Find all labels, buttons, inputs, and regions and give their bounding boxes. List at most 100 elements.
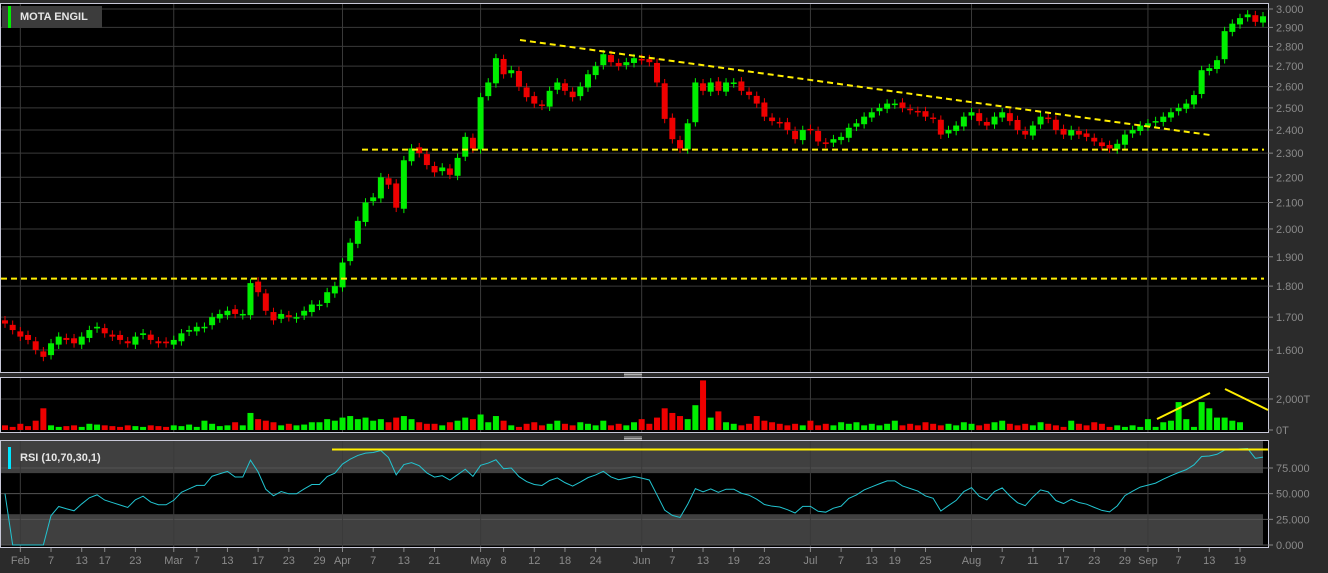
candle-body <box>400 160 407 209</box>
candle-body <box>140 333 147 335</box>
candle-body <box>960 116 967 127</box>
volume-bar <box>255 419 262 430</box>
volume-bar <box>17 423 24 430</box>
candle-body <box>1229 23 1236 32</box>
x-tick-label: 7 <box>1176 555 1182 567</box>
volume-bar <box>945 423 952 430</box>
candle-body <box>1206 68 1213 72</box>
x-tick-label: 17 <box>252 555 264 567</box>
rsi-oversold-zone <box>1 514 1263 545</box>
volume-bar <box>830 425 837 430</box>
candle-body <box>454 157 461 176</box>
candle-body <box>945 130 952 134</box>
volume-bar <box>354 419 361 430</box>
volume-bar <box>845 423 852 430</box>
volume-bar <box>469 419 476 430</box>
x-tick-label: 23 <box>1088 555 1100 567</box>
candle-body <box>607 55 614 63</box>
x-tick-label: 21 <box>428 555 440 567</box>
volume-bar <box>408 419 415 430</box>
volume-bar <box>1114 425 1121 430</box>
volume-bar <box>147 425 154 430</box>
volume-bar <box>239 425 246 430</box>
candle-body <box>700 83 707 91</box>
volume-bar <box>71 425 78 430</box>
volume-bar <box>308 422 315 430</box>
candle-body <box>485 82 492 97</box>
symbol-legend[interactable]: MOTA ENGIL <box>2 6 102 28</box>
candle-body <box>339 262 346 288</box>
candle-body <box>1106 144 1113 149</box>
volume-bar <box>738 425 745 430</box>
volume-bar <box>700 380 707 430</box>
volume-bar <box>216 426 223 430</box>
candle-body <box>1167 112 1174 118</box>
volume-bar <box>707 417 714 430</box>
volume-bar <box>776 423 783 430</box>
candle-body <box>278 313 285 319</box>
rsi-legend[interactable]: RSI (10,70,30,1) <box>2 447 110 469</box>
candle-body <box>86 330 93 338</box>
x-tick-label: 24 <box>590 555 602 567</box>
volume-bar <box>753 416 760 430</box>
rsi-tick-label: 50.000 <box>1276 489 1310 501</box>
candle-body <box>669 117 676 140</box>
volume-bar <box>654 417 661 430</box>
volume-bar <box>930 423 937 430</box>
candle-body <box>354 220 361 244</box>
candle-body <box>362 202 369 222</box>
price-tick-label: 2.500 <box>1276 103 1304 115</box>
volume-bar <box>884 423 891 430</box>
volume-bar <box>193 426 200 430</box>
candle-body <box>316 304 323 307</box>
volume-bar <box>2 425 8 430</box>
price-tick-label: 2.300 <box>1276 148 1304 160</box>
candle-body <box>1014 119 1021 131</box>
candle-body <box>1252 15 1259 22</box>
candle-body <box>515 71 522 87</box>
price-tick-label: 2.900 <box>1276 22 1304 34</box>
x-tick-label: 19 <box>889 555 901 567</box>
volume-bar <box>523 423 530 430</box>
volume-bar <box>584 423 591 430</box>
volume-bar <box>1098 423 1105 430</box>
volume-bar <box>439 425 446 430</box>
candle-body <box>1045 117 1052 120</box>
candle-body <box>937 119 944 135</box>
volume-bar <box>201 420 208 430</box>
volume-bar <box>1045 423 1052 430</box>
candle-body <box>1137 125 1144 131</box>
volume-bar <box>48 425 55 430</box>
candle-body <box>1160 116 1167 122</box>
volume-bar <box>907 423 914 430</box>
volume-bar <box>968 423 975 430</box>
volume-bar <box>891 420 898 430</box>
candle-body <box>845 127 852 138</box>
candle-body <box>983 121 990 126</box>
candle-body <box>331 286 338 294</box>
volume-bar <box>646 423 653 430</box>
volume-bar <box>393 417 400 430</box>
x-tick-label: 23 <box>758 555 770 567</box>
candle-body <box>255 281 262 293</box>
x-tick-label: 12 <box>528 555 540 567</box>
candle-body <box>746 91 753 96</box>
candle-body <box>799 130 806 141</box>
candle-body <box>48 343 55 356</box>
volume-bar <box>492 416 499 430</box>
candle-body <box>308 304 315 313</box>
candle-body <box>715 81 722 91</box>
volume-bar <box>715 411 722 430</box>
candle-body <box>723 82 730 92</box>
volume-bar <box>976 425 983 430</box>
x-tick-label: 17 <box>1057 555 1069 567</box>
candle-body <box>155 341 162 344</box>
volume-bar <box>1006 423 1013 430</box>
candle-body <box>1091 137 1098 142</box>
x-tick-label: 19 <box>1234 555 1246 567</box>
candle-body <box>439 167 446 172</box>
volume-bar <box>500 420 507 430</box>
candle-body <box>899 102 906 108</box>
candle-body <box>853 123 860 127</box>
volume-bar <box>730 423 737 430</box>
